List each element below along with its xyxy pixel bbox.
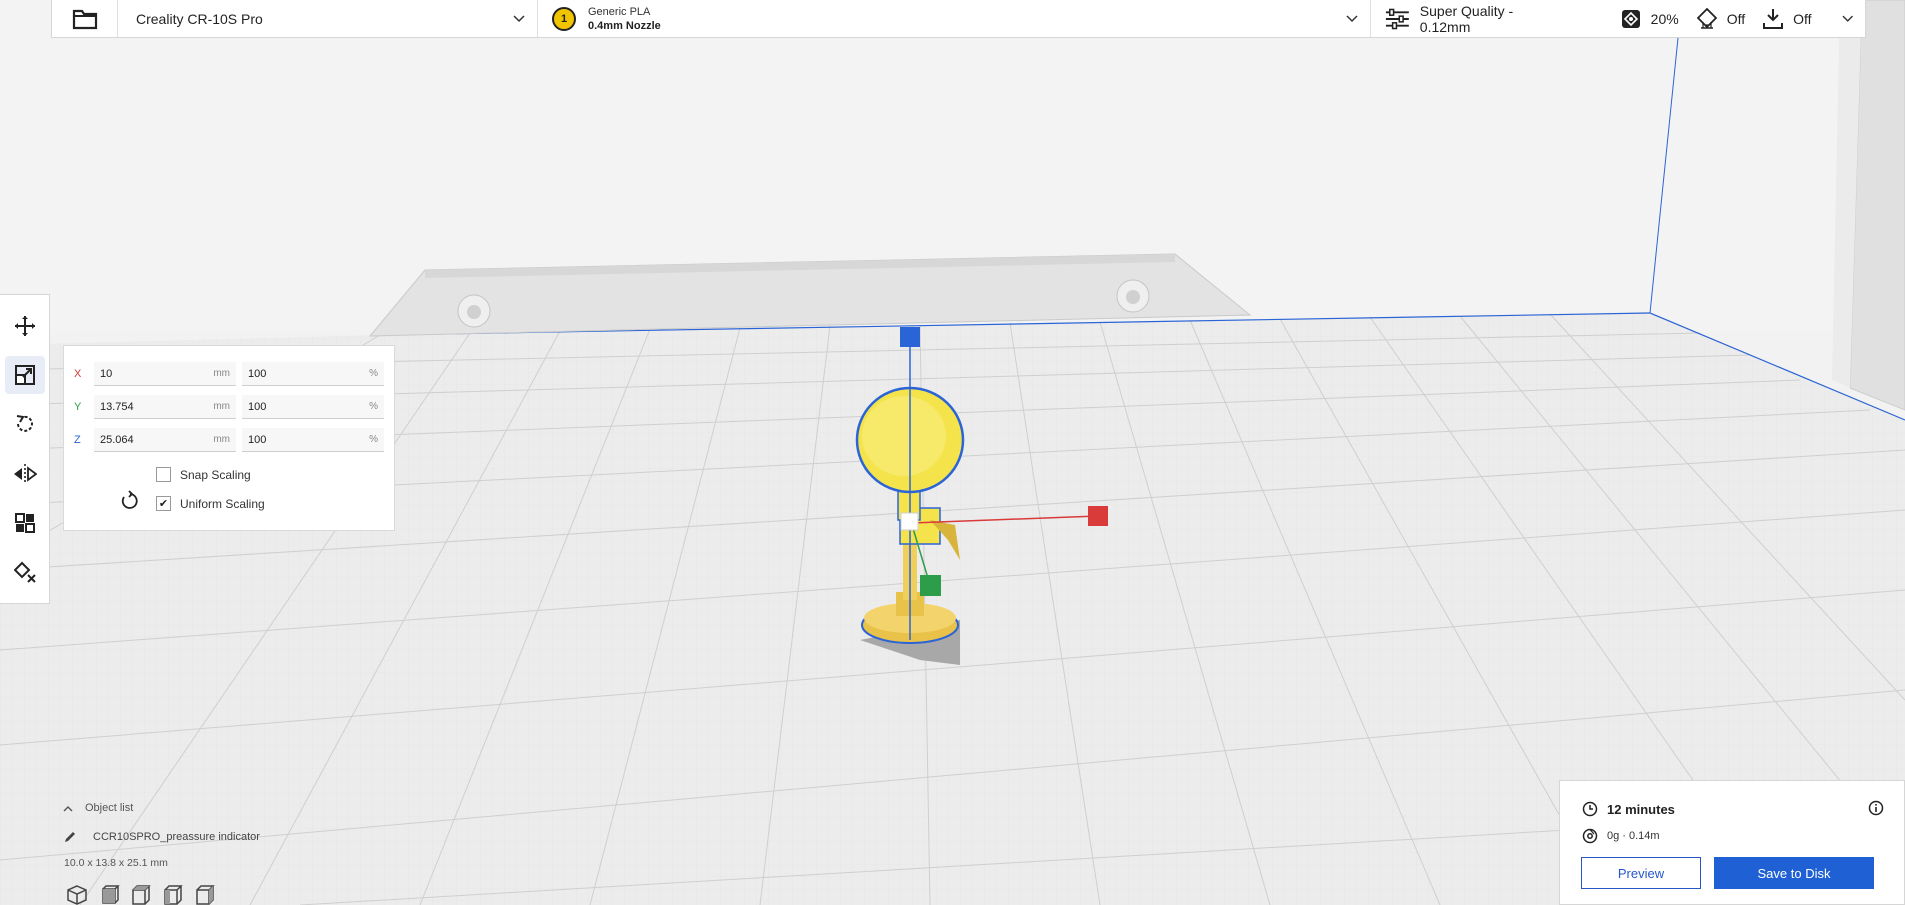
- chevron-down-icon: [1841, 15, 1853, 22]
- scale-x-percent-value: 100: [248, 367, 267, 380]
- support-blocker-icon: [13, 561, 36, 584]
- clock-icon: [1582, 801, 1598, 817]
- snap-scaling-checkbox[interactable]: [156, 467, 171, 482]
- printer-selector[interactable]: Creality CR-10S Pro: [118, 0, 538, 37]
- unit-percent: %: [369, 401, 378, 412]
- top-toolbar: Creality CR-10S Pro 1 Generic PLA 0.4mm …: [51, 0, 1866, 38]
- quality-profile: Super Quality - 0.12mm: [1419, 2, 1514, 35]
- view-front-icon[interactable]: [98, 885, 120, 905]
- object-name-row[interactable]: CCR10SPRO_preassure indicator: [63, 830, 260, 844]
- view-top-icon[interactable]: [130, 885, 152, 905]
- scale-row-y: Y 13.754 mm 100 %: [74, 394, 384, 420]
- unit-percent: %: [369, 368, 378, 379]
- view-left-icon[interactable]: [162, 885, 184, 905]
- scale-x-mm-field[interactable]: 10 mm: [94, 362, 236, 386]
- mirror-icon: [13, 463, 37, 484]
- scale-x-percent-field[interactable]: 100 %: [242, 362, 384, 386]
- sliders-icon: [1385, 8, 1409, 29]
- scale-y-percent-field[interactable]: 100 %: [242, 395, 384, 419]
- print-info-button[interactable]: [1868, 800, 1884, 821]
- object-dimensions: 10.0 x 13.8 x 25.1 mm: [64, 857, 168, 869]
- scale-x-mm-value: 10: [100, 367, 113, 380]
- scale-z-percent-field[interactable]: 100 %: [242, 428, 384, 452]
- material-usage-row: 0g · 0.14m: [1582, 828, 1660, 844]
- axis-label-z: Z: [74, 434, 81, 446]
- tool-sidebar: [0, 294, 50, 604]
- infill-value: 20%: [1650, 10, 1679, 27]
- axis-label-y: Y: [74, 401, 82, 413]
- object-list-toggle[interactable]: Object list: [63, 802, 133, 814]
- adhesion-value: Off: [1793, 10, 1812, 27]
- uniform-scaling-checkbox[interactable]: ✔: [156, 496, 171, 511]
- material-selector[interactable]: 1 Generic PLA 0.4mm Nozzle: [538, 0, 1371, 37]
- scale-y-mm-value: 13.754: [100, 400, 134, 413]
- chevron-down-icon: [513, 14, 525, 22]
- scale-z-percent-value: 100: [248, 433, 267, 446]
- scale-row-z: Z 25.064 mm 100 %: [74, 427, 384, 453]
- view-3d-icon[interactable]: [66, 885, 88, 905]
- uniform-scaling-toggle[interactable]: ✔ Uniform Scaling: [156, 496, 265, 511]
- per-model-settings-button[interactable]: [5, 504, 45, 541]
- scale-z-mm-value: 25.064: [100, 433, 134, 446]
- move-tool-button[interactable]: [5, 307, 45, 344]
- adhesion-icon: [1763, 8, 1784, 29]
- unit-mm: mm: [213, 434, 230, 445]
- spool-icon: [1582, 828, 1598, 844]
- rotate-tool-button[interactable]: [5, 406, 45, 443]
- support-blocker-button[interactable]: [5, 554, 45, 591]
- mirror-tool-button[interactable]: [5, 455, 45, 492]
- reset-scale-button[interactable]: [106, 477, 154, 525]
- extruder-badge: 1: [552, 6, 576, 31]
- scale-row-x: X 10 mm 100 %: [74, 361, 384, 387]
- scale-y-mm-field[interactable]: 13.754 mm: [94, 395, 236, 419]
- print-settings-selector[interactable]: Super Quality - 0.12mm 20% Off Off: [1371, 0, 1865, 37]
- material-usage: 0g · 0.14m: [1607, 830, 1660, 842]
- infill-icon: [1621, 9, 1640, 28]
- view-right-icon[interactable]: [194, 885, 216, 905]
- unit-mm: mm: [213, 401, 230, 412]
- scale-icon: [14, 364, 35, 385]
- object-name: CCR10SPRO_preassure indicator: [93, 831, 260, 843]
- axis-label-x: X: [74, 368, 82, 380]
- snap-scaling-toggle[interactable]: Snap Scaling: [156, 467, 251, 482]
- print-time-row: 12 minutes: [1582, 801, 1675, 817]
- support-icon: [1696, 7, 1717, 29]
- move-icon: [14, 315, 35, 336]
- scale-tool-button[interactable]: [4, 356, 45, 394]
- scale-y-percent-value: 100: [248, 400, 267, 413]
- print-time: 12 minutes: [1607, 801, 1675, 817]
- open-file-button[interactable]: [52, 0, 118, 37]
- snap-scaling-label: Snap Scaling: [180, 467, 251, 482]
- print-summary-panel: 12 minutes 0g · 0.14m Preview Save to Di…: [1559, 780, 1905, 905]
- scale-panel: X 10 mm 100 % Y 13.754 mm 100 % Z 25.064…: [63, 345, 395, 531]
- scale-z-mm-field[interactable]: 25.064 mm: [94, 428, 236, 452]
- camera-view-buttons: [66, 885, 226, 905]
- info-icon: [1868, 800, 1884, 816]
- save-to-disk-button[interactable]: Save to Disk: [1714, 857, 1874, 889]
- rotate-icon: [16, 415, 33, 433]
- per-model-settings-icon: [14, 512, 35, 533]
- object-list-label: Object list: [85, 802, 134, 814]
- pencil-icon: [65, 832, 75, 842]
- reset-icon: [121, 490, 138, 509]
- nozzle-size: 0.4mm Nozzle: [588, 19, 661, 32]
- material-name: Generic PLA: [588, 5, 651, 18]
- unit-mm: mm: [213, 368, 230, 379]
- support-value: Off: [1726, 10, 1746, 27]
- folder-icon: [72, 9, 97, 29]
- chevron-up-icon: [63, 805, 73, 811]
- unit-percent: %: [369, 434, 378, 445]
- chevron-down-icon: [1346, 14, 1358, 22]
- preview-button[interactable]: Preview: [1581, 857, 1701, 889]
- printer-name: Creality CR-10S Pro: [136, 10, 263, 27]
- uniform-scaling-label: Uniform Scaling: [180, 496, 265, 511]
